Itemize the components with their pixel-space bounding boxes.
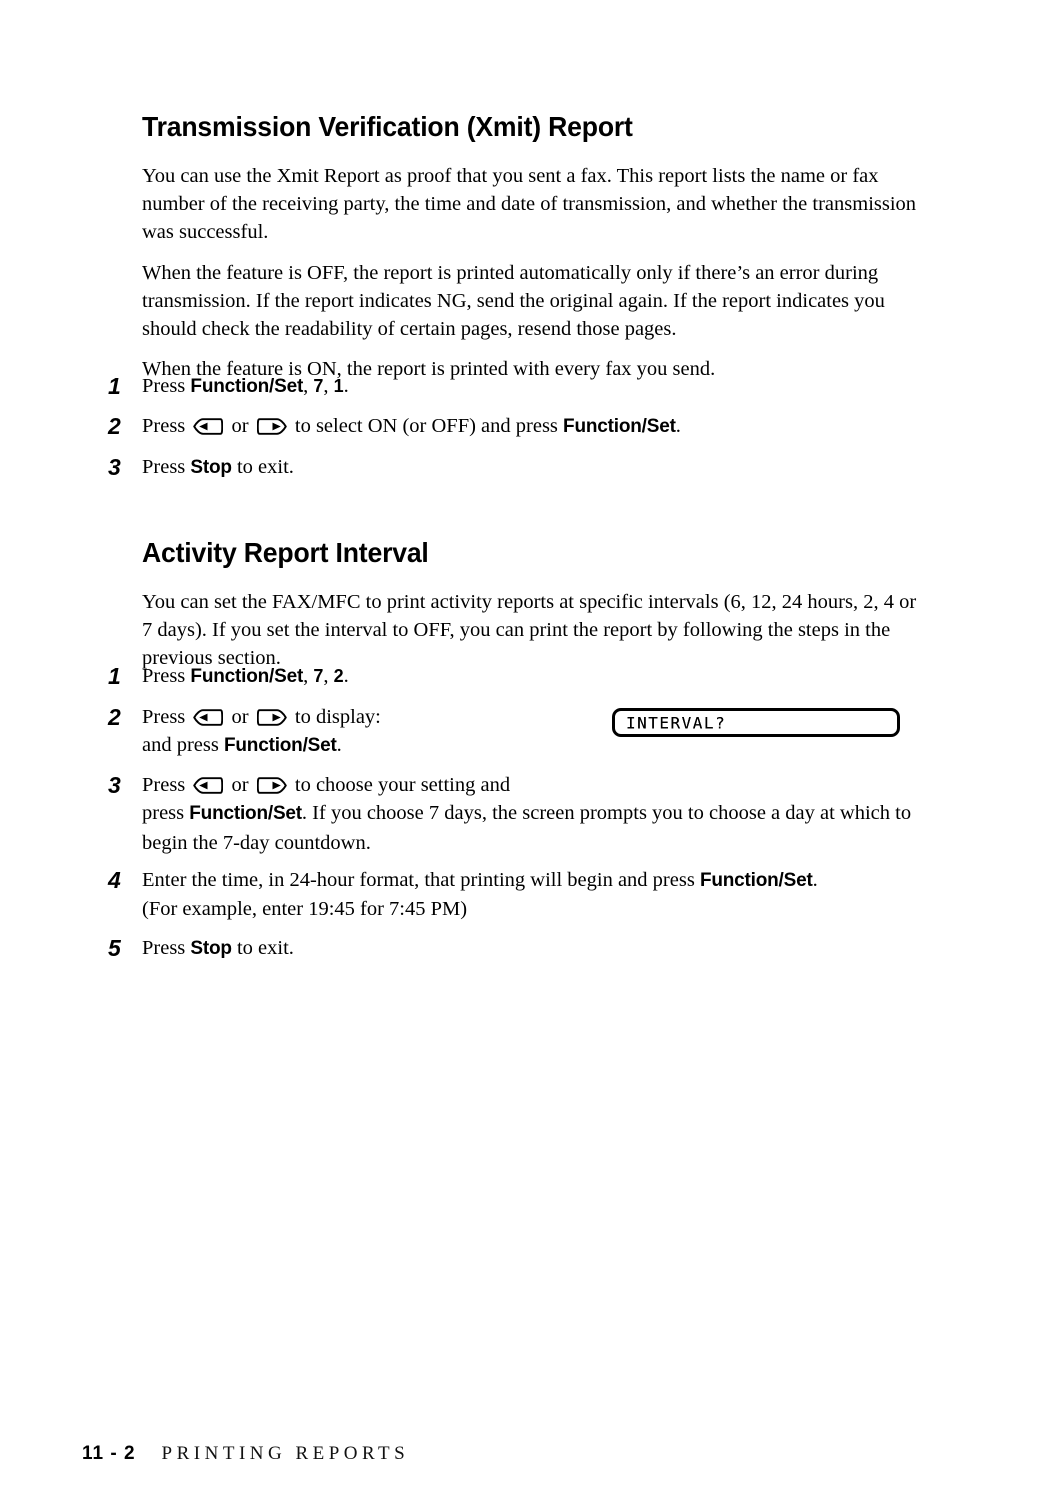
- step-text: Press or to choose your setting and press…: [142, 771, 942, 857]
- key-label-digit-7: 7: [313, 376, 324, 396]
- key-label-stop: Stop: [190, 938, 232, 959]
- step-item: 2 Press or to select ON (or OFF) and pre…: [108, 412, 918, 441]
- left-arrow-key-icon: [193, 709, 224, 726]
- step-number: 2: [108, 413, 121, 439]
- step-text-sep1: ,: [303, 375, 314, 397]
- key-label-digit-7: 7: [313, 666, 324, 686]
- key-label-stop: Stop: [190, 457, 232, 478]
- section-heading-activity: Activity Report Interval: [142, 536, 429, 568]
- step-text-line2-pre: and press: [142, 734, 224, 757]
- step-item: 1 Press Function/Set, 7, 2.: [108, 662, 918, 691]
- document-page: Transmission Verification (Xmit) Report …: [0, 0, 1058, 1500]
- step-text-sep1: or: [226, 774, 254, 796]
- left-arrow-key-icon: [193, 777, 224, 794]
- step-text-pre: Press: [142, 706, 191, 728]
- step-item: 5 Press Stop to exit.: [108, 934, 918, 963]
- key-label-function-set: Function/Set: [223, 735, 337, 757]
- step-number: 1: [108, 663, 121, 689]
- lcd-display-text: INTERVAL?: [626, 713, 727, 732]
- step-item: 1 Press Function/Set, 7, 1.: [108, 372, 918, 401]
- step-text-post: .: [343, 665, 349, 687]
- paragraph-xmit-2: When the feature is OFF, the report is p…: [142, 261, 885, 341]
- step-number: 1: [108, 373, 121, 399]
- paragraph-activity-1: You can set the FAX/MFC to print activit…: [142, 590, 917, 670]
- step-text-line2-post: .: [336, 734, 342, 757]
- step-text-sep1: or: [226, 415, 254, 437]
- step-text-pre: Press: [142, 937, 191, 959]
- step-text-pre: Press: [142, 774, 191, 796]
- step-text: Press or to select ON (or OFF) and press…: [142, 412, 918, 441]
- step-number: 5: [108, 935, 121, 961]
- step-text-line2-pre: press: [142, 802, 190, 825]
- step-text-post: to display:: [289, 706, 381, 728]
- paragraph-xmit-1: You can use the Xmit Report as proof tha…: [142, 164, 917, 244]
- footer-chapter-title: PRINTING REPORTS: [161, 1443, 410, 1464]
- step-text: Press Stop to exit.: [142, 934, 918, 963]
- step-text-line2: (For example, enter 19:45 for 7:45 PM): [142, 898, 468, 921]
- step-item: 3 Press or to choose your setting and pre…: [108, 771, 918, 857]
- key-label-digit-1: 1: [333, 376, 344, 396]
- step-text-post: .: [343, 375, 349, 397]
- step-text-post: .: [812, 869, 818, 891]
- key-label-function-set: Function/Set: [189, 803, 302, 825]
- step-item: 3 Press Stop to exit.: [108, 453, 918, 482]
- lcd-display-box: INTERVAL?: [612, 708, 900, 737]
- step-text-sep2: ,: [323, 665, 334, 687]
- step-text-pre: Enter the time, in 24-hour format, that …: [142, 869, 700, 891]
- step-text: Press Function/Set, 7, 1.: [142, 372, 918, 401]
- step-number: 3: [108, 772, 121, 798]
- key-label-digit-2: 2: [333, 666, 344, 686]
- footer-page-number: 11 - 2: [82, 1443, 136, 1464]
- step-text: Press Function/Set, 7, 2.: [142, 662, 918, 691]
- step-text-sep2: ,: [323, 375, 334, 397]
- left-arrow-key-icon: [193, 418, 224, 435]
- step-text-post: to exit.: [231, 456, 294, 478]
- step-text: Press Stop to exit.: [142, 453, 918, 482]
- step-number: 4: [108, 867, 121, 893]
- page-footer: 11 - 2 PRINTING REPORTS: [82, 1443, 409, 1465]
- key-label-function-set: Function/Set: [563, 416, 676, 437]
- key-label-function-set: Function/Set: [190, 666, 304, 687]
- right-arrow-key-icon: [256, 709, 287, 726]
- step-text-pre: Press: [142, 375, 191, 397]
- step-text-pre: Press: [142, 415, 191, 437]
- key-label-function-set: Function/Set: [190, 376, 304, 397]
- step-text-post: to exit.: [231, 937, 294, 959]
- step-text-pre: Press: [142, 456, 191, 478]
- right-arrow-key-icon: [256, 777, 287, 794]
- step-text-pre: Press: [142, 665, 191, 687]
- step-text: Enter the time, in 24-hour format, that …: [142, 866, 942, 924]
- step-number: 2: [108, 704, 121, 730]
- section-heading-xmit: Transmission Verification (Xmit) Report: [142, 110, 633, 142]
- step-number: 3: [108, 454, 121, 480]
- step-text-sep1: or: [226, 706, 254, 728]
- right-arrow-key-icon: [256, 418, 287, 435]
- step-text-tail: .: [675, 415, 681, 437]
- step-text-mid: to select ON (or OFF) and press: [289, 415, 564, 437]
- step-item: 4 Enter the time, in 24-hour format, tha…: [108, 866, 918, 924]
- step-text-sep1: ,: [303, 665, 314, 687]
- step-text-post: to choose your setting and: [289, 774, 511, 796]
- key-label-function-set: Function/Set: [699, 870, 813, 891]
